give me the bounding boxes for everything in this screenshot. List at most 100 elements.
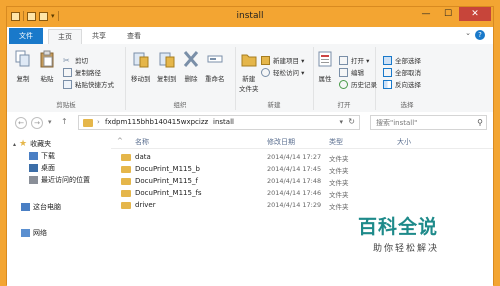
file-name: data	[135, 153, 151, 161]
easy-access-icon	[261, 67, 270, 77]
easy-access-button[interactable]: 轻松访问 ▾	[261, 67, 304, 77]
folder-icon	[83, 119, 93, 127]
select-all-icon	[383, 55, 392, 65]
nav-favorites[interactable]: ▴ ★ 收藏夹	[13, 139, 51, 149]
help-icon[interactable]: ?	[475, 30, 485, 40]
history-icon	[339, 79, 348, 89]
maximize-button[interactable]: ☐	[437, 7, 459, 21]
address-bar: ← → ▾ ↑ › fxdpm115bhb140415wxpcizz › ins…	[7, 112, 493, 135]
file-row[interactable]: DocuPrint_M115_b 2014/4/14 17:45 文件夹	[117, 164, 397, 175]
tab-home[interactable]: 主页	[48, 29, 82, 44]
properties-button[interactable]: 属性	[317, 50, 333, 83]
ribbon-tabs: 文件 主页 共享 查看 ⌄ ?	[7, 27, 493, 45]
file-row[interactable]: DocuPrint_M115_f 2014/4/14 17:48 文件夹	[117, 176, 397, 187]
copy-to-icon	[159, 52, 175, 68]
edit-button[interactable]: 编辑	[339, 67, 364, 77]
recent-places-icon	[29, 176, 38, 184]
window-controls: — ☐ ✕	[415, 7, 491, 21]
file-type: 文件夹	[329, 203, 349, 211]
watermark-logo-text: 百科全说	[358, 216, 439, 238]
file-name: DocuPrint_M115_f	[135, 177, 198, 185]
organize-group-title: 组织	[173, 101, 187, 109]
file-row[interactable]: driver 2014/4/14 17:29 文件夹	[117, 200, 397, 211]
search-input[interactable]: 搜索"install" ⚲	[370, 115, 487, 130]
minimize-button[interactable]: —	[415, 7, 437, 21]
nav-downloads[interactable]: 下载	[29, 151, 55, 161]
cut-button[interactable]: ✂ 剪切	[63, 55, 88, 66]
column-header-date[interactable]: 修改日期	[267, 137, 295, 147]
refresh-icon[interactable]: ↻	[348, 117, 355, 126]
scissors-icon: ✂	[63, 55, 70, 65]
path-dropdown-icon[interactable]: ▾	[339, 118, 343, 126]
delete-button[interactable]: 删除	[183, 50, 199, 83]
folder-icon	[121, 178, 131, 185]
path-box[interactable]: › fxdpm115bhb140415wxpcizz › install ▾ ↻	[78, 115, 360, 130]
forward-button[interactable]: →	[31, 117, 43, 129]
paste-shortcut-icon	[63, 79, 72, 89]
new-group: 新建 文件夹 新建项目 ▾ 轻松访问 ▾ 新建	[235, 47, 314, 110]
recent-locations-chevron-icon[interactable]: ▾	[48, 118, 52, 126]
new-folder-button[interactable]: 新建 文件夹	[239, 50, 259, 93]
watermark-slogan: 助你轻松解决	[373, 244, 440, 254]
breadcrumb-item[interactable]: install	[213, 118, 234, 126]
copy-path-icon	[63, 67, 72, 77]
open-icon	[339, 55, 348, 65]
chevron-down-icon[interactable]: ⌄	[465, 29, 471, 37]
rename-button[interactable]: 重命名	[205, 50, 225, 83]
select-all-button[interactable]: 全部选择	[383, 55, 421, 65]
star-icon: ★	[19, 139, 28, 149]
search-icon[interactable]: ⚲	[477, 118, 483, 127]
file-list: ^ 名称 修改日期 类型 大小 data 2014/4/14 17:27 文件夹…	[111, 134, 493, 286]
column-header-size[interactable]: 大小	[397, 137, 411, 147]
nav-this-pc[interactable]: 这台电脑	[21, 202, 61, 212]
copy-path-button[interactable]: 复制路径	[63, 67, 101, 77]
desktop-icon	[29, 164, 38, 172]
file-row[interactable]: data 2014/4/14 17:27 文件夹	[117, 152, 397, 163]
close-button[interactable]: ✕	[459, 7, 491, 21]
copy-to-button[interactable]: 复制到	[157, 50, 177, 83]
select-group-title: 选择	[400, 101, 414, 109]
folder-icon	[121, 166, 131, 173]
ribbon: 复制 粘贴 ✂ 剪切 复制路径 粘贴快捷方式 剪贴板 移动到 复制到 删除 重命…	[7, 44, 493, 113]
file-date: 2014/4/14 17:29	[267, 201, 322, 209]
column-header-type[interactable]: 类型	[329, 137, 343, 147]
file-row[interactable]: DocuPrint_M115_fs 2014/4/14 17:46 文件夹	[117, 188, 397, 199]
column-header-name[interactable]: 名称	[135, 137, 149, 147]
file-type: 文件夹	[329, 179, 349, 187]
column-header-row: ^ 名称 修改日期 类型 大小	[111, 134, 493, 149]
paste-button[interactable]: 粘贴	[39, 50, 55, 83]
file-type: 文件夹	[329, 167, 349, 175]
folder-icon	[121, 154, 131, 161]
file-date: 2014/4/14 17:48	[267, 177, 322, 185]
move-to-icon	[133, 52, 149, 68]
breadcrumb-item[interactable]: fxdpm115bhb140415wxpcizz	[105, 118, 208, 126]
tab-view[interactable]: 查看	[118, 29, 150, 43]
paste-shortcut-button[interactable]: 粘贴快捷方式	[63, 79, 114, 89]
move-to-button[interactable]: 移动到	[131, 50, 151, 83]
back-button[interactable]: ←	[15, 117, 27, 129]
select-none-button[interactable]: 全部取消	[383, 67, 421, 77]
new-item-button[interactable]: 新建项目 ▾	[261, 55, 304, 65]
properties-icon	[318, 51, 332, 67]
nav-network[interactable]: 网络	[21, 228, 47, 238]
folder-icon	[121, 202, 131, 209]
clipboard-group: 复制 粘贴 ✂ 剪切 复制路径 粘贴快捷方式 剪贴板	[7, 47, 126, 110]
tab-share[interactable]: 共享	[83, 29, 115, 43]
nav-desktop[interactable]: 桌面	[29, 163, 55, 173]
organize-group: 移动到 复制到 删除 重命名 组织	[125, 47, 236, 110]
select-none-icon	[383, 67, 392, 77]
copy-icon	[15, 50, 30, 67]
invert-selection-button[interactable]: 反向选择	[383, 79, 421, 89]
history-button[interactable]: 历史记录	[339, 79, 377, 89]
tab-file[interactable]: 文件	[9, 28, 43, 44]
expand-arrow-icon[interactable]: ▴	[13, 141, 16, 148]
paste-icon	[40, 50, 54, 68]
file-date: 2014/4/14 17:45	[267, 165, 322, 173]
file-date: 2014/4/14 17:27	[267, 153, 322, 161]
open-button[interactable]: 打开 ▾	[339, 55, 369, 65]
nav-recent[interactable]: 最近访问的位置	[29, 175, 90, 185]
sort-indicator-icon: ^	[117, 137, 123, 145]
open-group-title: 打开	[337, 101, 351, 109]
up-arrow-icon[interactable]: ↑	[61, 117, 68, 126]
copy-button[interactable]: 复制	[15, 50, 31, 83]
